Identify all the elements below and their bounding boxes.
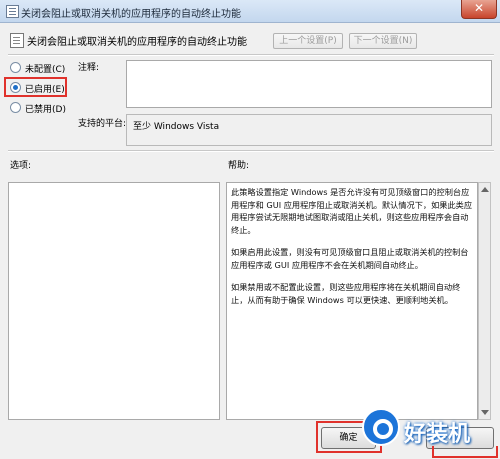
next-setting-button[interactable]: 下一个设置(N) xyxy=(349,33,417,49)
watermark-text: 好装机 xyxy=(404,422,471,447)
comment-label: 注释: xyxy=(78,63,100,73)
radio-dot xyxy=(10,62,21,73)
radio-not-configured[interactable]: 未配置(C) xyxy=(10,62,65,76)
options-label: 选项: xyxy=(10,161,32,171)
header-divider xyxy=(8,54,494,56)
scroll-up-arrow-icon[interactable] xyxy=(481,187,489,192)
help-text-pane: 此策略设置指定 Windows 是否允许没有可见顶级窗口的控制台应用程序和 GU… xyxy=(226,182,478,420)
radio-label: 已禁用(D) xyxy=(25,105,66,115)
help-paragraph: 此策略设置指定 Windows 是否允许没有可见顶级窗口的控制台应用程序和 GU… xyxy=(231,187,473,235)
window-title: 关闭会阻止或取消关机的应用程序的自动终止功能 xyxy=(21,9,241,20)
scroll-down-arrow-icon[interactable] xyxy=(481,410,489,415)
help-paragraph: 如果禁用或不配置此设置，则这些应用程序将在关机期间自动终止，从而有助于确保 Wi… xyxy=(231,282,461,305)
radio-dot xyxy=(10,102,21,113)
comment-textarea[interactable] xyxy=(126,60,492,108)
help-paragraph: 如果启用此设置，则没有可见顶级窗口且阻止或取消关机的控制台应用程序或 GUI 应… xyxy=(231,247,469,270)
supported-platform-value: 至少 Windows Vista xyxy=(126,114,492,146)
watermark-logo-icon xyxy=(362,408,400,446)
previous-setting-button[interactable]: 上一个设置(P) xyxy=(273,33,343,49)
radio-disabled[interactable]: 已禁用(D) xyxy=(10,102,66,116)
supported-platform-label: 支持的平台: xyxy=(78,119,127,129)
help-label: 帮助: xyxy=(228,161,250,171)
policy-icon xyxy=(6,5,19,18)
highlight-box-enabled xyxy=(4,77,67,97)
close-button[interactable]: ✕ xyxy=(461,0,497,19)
radio-label: 未配置(C) xyxy=(25,65,66,75)
options-pane xyxy=(8,182,220,420)
help-scrollbar[interactable] xyxy=(478,182,491,420)
setting-icon xyxy=(10,33,24,48)
section-divider xyxy=(8,150,494,152)
setting-title: 关闭会阻止或取消关机的应用程序的自动终止功能 xyxy=(27,37,247,48)
